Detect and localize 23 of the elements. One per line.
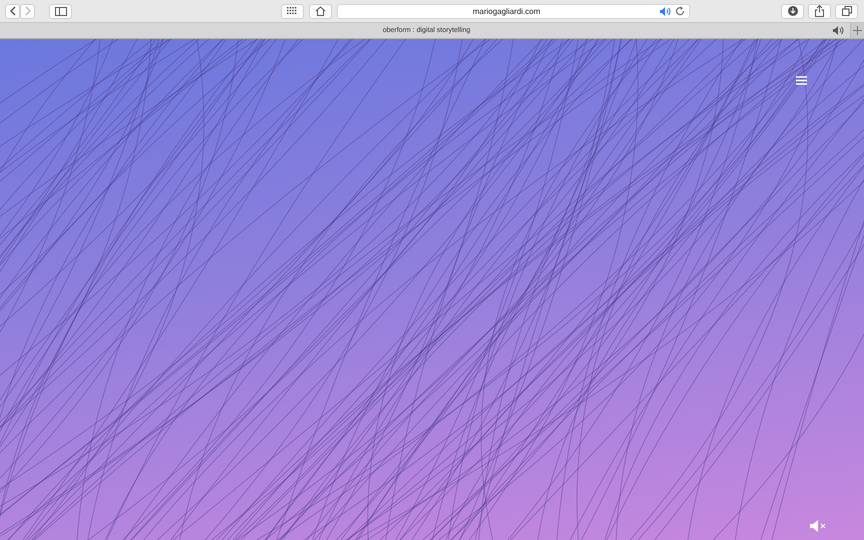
chevron-left-icon [8,6,16,16]
address-bar[interactable]: mariogagliardi.com [336,4,690,18]
back-button[interactable] [5,4,20,18]
plus-icon [853,26,862,35]
sidebar-button[interactable] [49,4,72,18]
share-icon [815,5,824,17]
menu-icon[interactable] [796,76,807,85]
chevron-right-icon [24,6,32,16]
speaker-icon[interactable] [833,26,844,35]
home-button[interactable] [308,4,332,18]
download-button[interactable] [781,4,804,18]
sidebar-icon [54,6,66,16]
grid-icon [287,7,297,15]
download-icon [788,6,798,16]
new-tab-button[interactable] [850,23,864,38]
share-button[interactable] [808,4,831,18]
home-icon [314,6,326,16]
muted-speaker-icon[interactable] [810,520,826,532]
speaker-icon [660,6,670,16]
tabs-button[interactable] [835,4,858,18]
reload-icon[interactable] [674,6,684,16]
grid-button[interactable] [280,4,304,18]
tabs-icon [842,6,852,16]
